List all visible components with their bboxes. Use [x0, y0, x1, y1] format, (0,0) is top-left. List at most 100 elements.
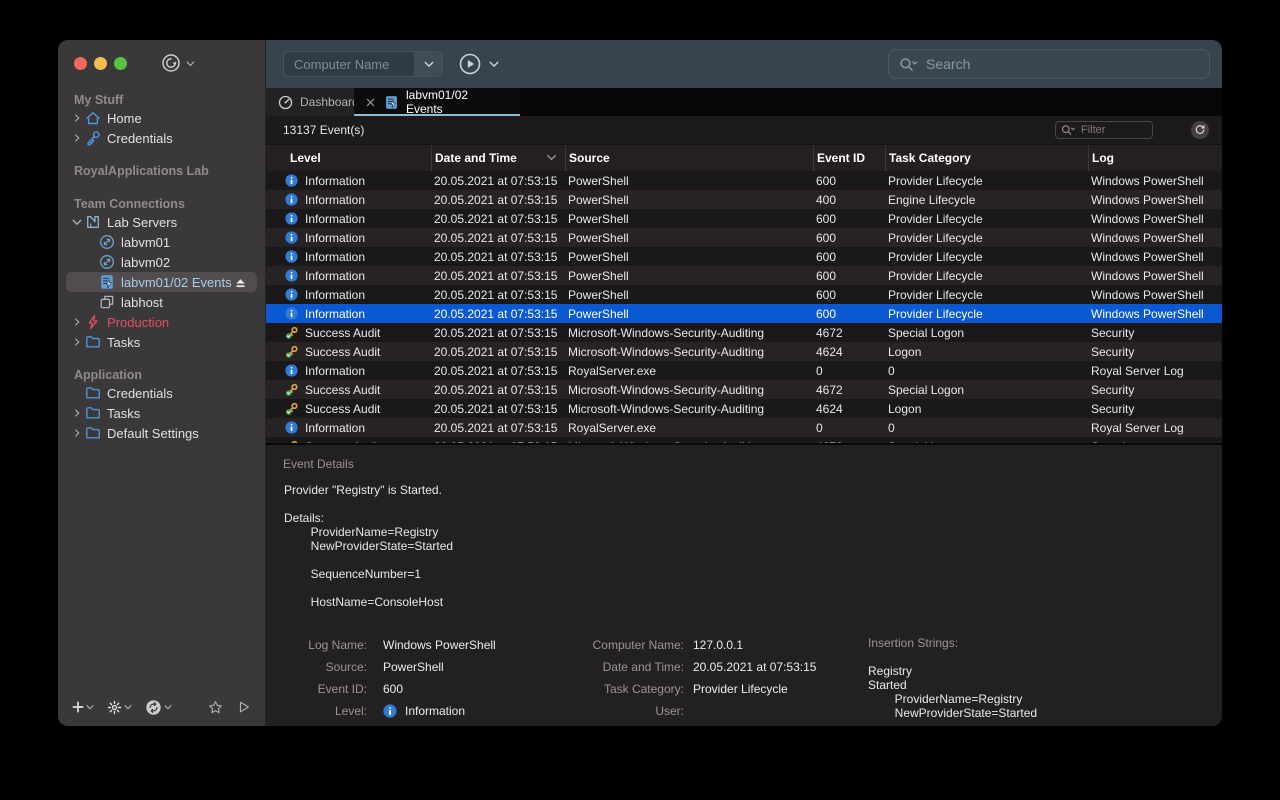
- chevron-right-icon[interactable]: [70, 338, 84, 346]
- refresh-button[interactable]: [1191, 121, 1209, 139]
- chevron-down-icon[interactable]: [489, 59, 499, 69]
- quick-connect-menu[interactable]: [161, 53, 195, 73]
- column-header-date-and-time[interactable]: Date and Time: [431, 145, 565, 171]
- event-row[interactable]: Information20.05.2021 at 07:53:15PowerSh…: [266, 266, 1222, 285]
- log-cell: Security: [1088, 326, 1222, 340]
- column-header-source[interactable]: Source: [565, 145, 813, 171]
- event-row[interactable]: Information20.05.2021 at 07:53:15PowerSh…: [266, 190, 1222, 209]
- sidebar-item-label: Credentials: [107, 131, 173, 146]
- source-cell: PowerShell: [565, 231, 813, 245]
- eject-icon[interactable]: [234, 276, 247, 289]
- sidebar-item-default-settings[interactable]: Default Settings: [66, 423, 257, 443]
- chevron-right-icon[interactable]: [70, 409, 84, 417]
- event-row[interactable]: Information20.05.2021 at 07:53:15RoyalSe…: [266, 418, 1222, 437]
- datetime-cell: 20.05.2021 at 07:53:15: [431, 421, 565, 435]
- search-input[interactable]: Search: [888, 49, 1210, 79]
- sidebar-item-labvm02[interactable]: labvm02: [66, 252, 257, 272]
- chevron-down-icon[interactable]: [70, 217, 84, 227]
- sidebar-item-tasks[interactable]: Tasks: [66, 403, 257, 423]
- sidebar-item-credentials[interactable]: Credentials: [66, 383, 257, 403]
- computer-name-combobox[interactable]: Computer Name: [283, 51, 443, 77]
- close-window-button[interactable]: [74, 57, 87, 70]
- folder-icon: [84, 405, 101, 422]
- level-cell: Information: [305, 364, 365, 378]
- sidebar-item-home[interactable]: Home: [66, 108, 257, 128]
- home-icon: [84, 110, 101, 127]
- key-icon: [84, 130, 101, 147]
- column-header-log[interactable]: Log: [1088, 145, 1222, 171]
- tab-dashboard[interactable]: Dashboard: [266, 88, 354, 116]
- connect-button[interactable]: [145, 699, 172, 716]
- level-cell: Information: [305, 421, 365, 435]
- log-cell: Windows PowerShell: [1088, 269, 1222, 283]
- event-row[interactable]: Success Audit20.05.2021 at 07:53:15Micro…: [266, 323, 1222, 342]
- detail-field-value: 600: [383, 682, 403, 696]
- event-row[interactable]: Information20.05.2021 at 07:53:15PowerSh…: [266, 304, 1222, 323]
- chevron-right-icon[interactable]: [70, 134, 84, 142]
- task-category-cell: Special Logon: [885, 326, 1088, 340]
- event-details-panel: Event Details Provider "Registry" is Sta…: [266, 443, 1222, 726]
- event-id-cell: 600: [813, 174, 885, 188]
- detail-field-value-text: Information: [405, 704, 465, 718]
- sidebar-item-tasks[interactable]: Tasks: [66, 332, 257, 352]
- event-row[interactable]: Information20.05.2021 at 07:53:15PowerSh…: [266, 209, 1222, 228]
- add-button[interactable]: [72, 701, 94, 713]
- search-placeholder: Search: [926, 56, 970, 72]
- connect-play-button[interactable]: [459, 53, 481, 75]
- datetime-cell: 20.05.2021 at 07:53:15: [431, 269, 565, 283]
- insertion-strings-value: Registry Started ProviderName=Registry N…: [868, 664, 1222, 720]
- event-row[interactable]: Information20.05.2021 at 07:53:15PowerSh…: [266, 228, 1222, 247]
- tab-labvm01-02-events[interactable]: labvm01/02 Events: [354, 88, 520, 116]
- filter-input[interactable]: Filter: [1055, 121, 1153, 139]
- sidebar-item-label: labvm02: [121, 255, 170, 270]
- event-row[interactable]: Information20.05.2021 at 07:53:15PowerSh…: [266, 171, 1222, 190]
- computer-name-dropdown-button[interactable]: [414, 52, 442, 76]
- folder-icon: [84, 385, 101, 402]
- event-id-cell: 600: [813, 307, 885, 321]
- task-category-cell: Provider Lifecycle: [885, 212, 1088, 226]
- sidebar-item-production[interactable]: Production: [66, 312, 257, 332]
- favorites-star-icon[interactable]: [208, 700, 223, 715]
- sort-descending-icon: [546, 152, 557, 163]
- events-header-bar: 13137 Event(s) Filter: [266, 116, 1222, 145]
- detail-field-label: Level:: [283, 704, 367, 718]
- event-row[interactable]: Success Audit20.05.2021 at 07:53:15Micro…: [266, 399, 1222, 418]
- event-details-title: Event Details: [266, 445, 1222, 471]
- event-row[interactable]: Information20.05.2021 at 07:53:15RoyalSe…: [266, 361, 1222, 380]
- event-id-cell: 400: [813, 193, 885, 207]
- minimize-window-button[interactable]: [94, 57, 107, 70]
- close-tab-icon[interactable]: [366, 98, 375, 107]
- column-header-event-id[interactable]: Event ID: [813, 145, 885, 171]
- sidebar-item-labvm01[interactable]: labvm01: [66, 232, 257, 252]
- source-cell: PowerShell: [565, 288, 813, 302]
- settings-button[interactable]: [107, 700, 132, 715]
- detail-field: Computer Name:127.0.0.1: [583, 634, 868, 656]
- event-row[interactable]: Success Audit20.05.2021 at 07:53:15Micro…: [266, 380, 1222, 399]
- task-category-cell: Logon: [885, 402, 1088, 416]
- run-icon[interactable]: [237, 700, 251, 714]
- log-cell: Security: [1088, 402, 1222, 416]
- chevron-right-icon[interactable]: [70, 429, 84, 437]
- search-icon: [899, 55, 918, 74]
- column-header-level[interactable]: Level: [266, 145, 431, 171]
- zoom-window-button[interactable]: [114, 57, 127, 70]
- success-audit-level-icon: [285, 383, 298, 396]
- event-row[interactable]: Success Audit20.05.2021 at 07:53:15Micro…: [266, 342, 1222, 361]
- sidebar-item-credentials[interactable]: Credentials: [66, 128, 257, 148]
- sidebar-item-labhost[interactable]: labhost: [66, 292, 257, 312]
- chevron-right-icon[interactable]: [70, 318, 84, 326]
- event-row[interactable]: Information20.05.2021 at 07:53:15PowerSh…: [266, 285, 1222, 304]
- sidebar-item-labvm01-02-events[interactable]: labvm01/02 Events: [66, 272, 257, 292]
- app-window: My StuffHomeCredentialsRoyalApplications…: [58, 40, 1222, 726]
- detail-field-value: Information: [383, 704, 465, 718]
- detail-field-label: User:: [583, 704, 684, 718]
- level-cell: Information: [305, 269, 365, 283]
- chevron-right-icon[interactable]: [70, 114, 84, 122]
- sidebar-item-lab-servers[interactable]: Lab Servers: [66, 212, 257, 232]
- sidebar-section-title: Team Connections: [74, 196, 265, 212]
- event-row[interactable]: Information20.05.2021 at 07:53:15PowerSh…: [266, 247, 1222, 266]
- folder-icon: [84, 334, 101, 351]
- event-id-cell: 4624: [813, 345, 885, 359]
- column-header-task-category[interactable]: Task Category: [885, 145, 1088, 171]
- detail-field-value: 20.05.2021 at 07:53:15: [693, 660, 816, 674]
